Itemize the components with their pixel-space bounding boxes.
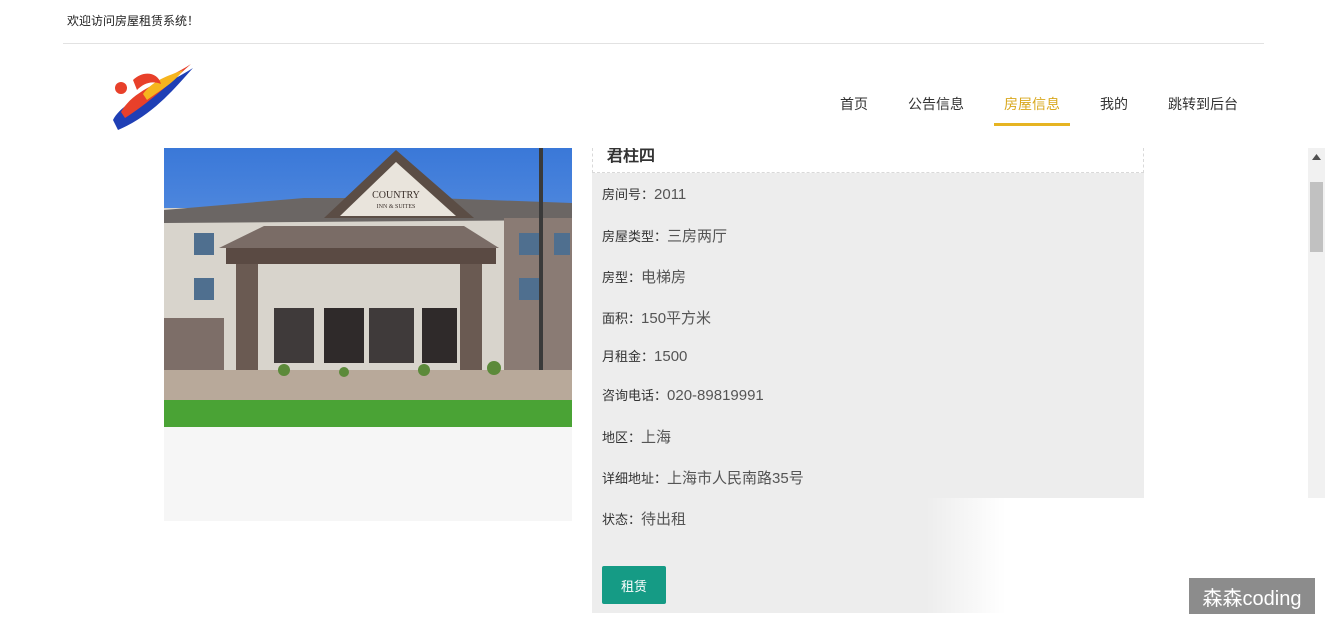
field-address: 详细地址：上海市人民南路35号 — [602, 470, 804, 487]
field-room-style: 房型：电梯房 — [602, 269, 687, 286]
nav-item-notices[interactable]: 公告信息 — [908, 88, 964, 126]
nav-item-admin[interactable]: 跳转到后台 — [1168, 88, 1238, 126]
nav-item-home[interactable]: 首页 — [840, 88, 868, 126]
site-logo[interactable] — [103, 60, 199, 134]
welcome-text: 欢迎访问房屋租赁系统！ — [67, 14, 200, 28]
watermark: 森森coding — [1189, 578, 1315, 614]
house-name: 君柱四 — [607, 148, 656, 165]
house-title-strip: 君柱四 — [592, 148, 1144, 173]
main-nav: 首页 公告信息 房屋信息 我的 跳转到后台 — [800, 88, 1238, 126]
field-room-number: 房间号：2011 — [602, 186, 687, 203]
field-monthly-rent: 月租金：1500 — [602, 348, 688, 365]
scroll-up-arrow-icon[interactable] — [1308, 148, 1325, 165]
header: 首页 公告信息 房屋信息 我的 跳转到后台 — [63, 44, 1264, 148]
top-bar: 欢迎访问房屋租赁系统！ — [63, 0, 1264, 44]
svg-text:INN & SUITES: INN & SUITES — [377, 204, 416, 210]
house-photo: COUNTRY INN & SUITES — [164, 148, 572, 427]
vertical-scrollbar[interactable] — [1308, 148, 1325, 498]
photo-sign-text: COUNTRY — [372, 190, 420, 201]
field-house-type: 房屋类型：三房两厅 — [602, 228, 728, 245]
nav-item-houses[interactable]: 房屋信息 — [994, 88, 1070, 126]
field-phone: 咨询电话：020-89819991 — [602, 387, 764, 404]
rent-button[interactable]: 租赁 — [602, 566, 666, 604]
field-area: 面积：150平方米 — [602, 310, 712, 327]
field-region: 地区：上海 — [602, 429, 672, 446]
logo-icon — [113, 64, 193, 130]
scroll-thumb[interactable] — [1310, 182, 1323, 252]
house-image-panel: COUNTRY INN & SUITES — [164, 148, 572, 521]
nav-item-mine[interactable]: 我的 — [1100, 88, 1128, 126]
field-status: 状态：待出租 — [602, 511, 687, 528]
